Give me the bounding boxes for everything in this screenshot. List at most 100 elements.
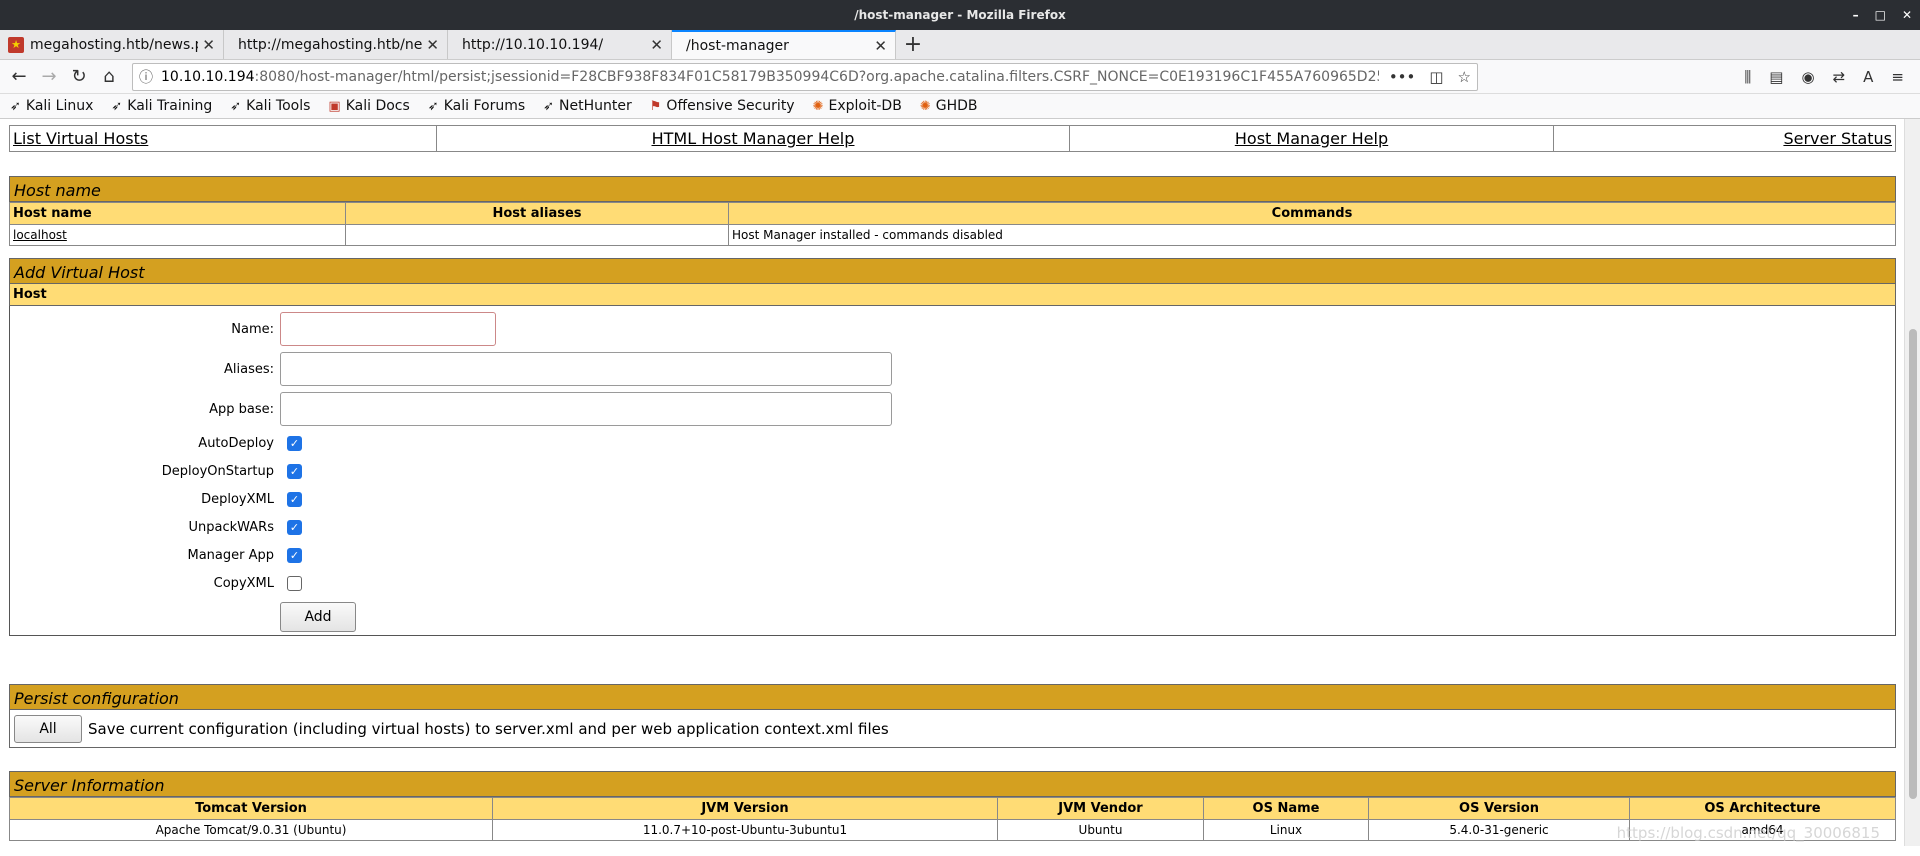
bookmark-nethunter[interactable]: ➶ NetHunter <box>543 98 632 114</box>
page-scrollbar[interactable] <box>1904 119 1920 846</box>
host-manager-help-link[interactable]: Host Manager Help <box>1235 129 1388 148</box>
manager-app-checkbox[interactable]: ✓ <box>287 548 302 563</box>
kali-dragon-icon: ➶ <box>10 98 21 114</box>
tab-bar: ★ megahosting.htb/news.p ✕ http://megaho… <box>0 30 1920 60</box>
tab-close-icon[interactable]: ✕ <box>202 36 215 54</box>
commands-cell: Host Manager installed - commands disabl… <box>728 224 1896 246</box>
host-name-table: Host name Host aliases Commands localhos… <box>9 202 1896 246</box>
forward-icon[interactable]: → <box>34 62 64 92</box>
offsec-icon: ⚑ <box>649 98 662 114</box>
tab-label: /host-manager <box>686 37 789 54</box>
tab-close-icon[interactable]: ✕ <box>426 36 439 54</box>
persist-description: Save current configuration (including vi… <box>88 719 889 738</box>
kali-docs-icon: ▣ <box>328 98 341 114</box>
tab-megahosting-new[interactable]: http://megahosting.htb/new ✕ <box>224 30 448 59</box>
add-virtual-host-title: Add Virtual Host <box>9 258 1896 284</box>
bookmark-label: Offensive Security <box>666 98 795 114</box>
page-content: List Virtual Hosts HTML Host Manager Hel… <box>0 119 1920 846</box>
window-titlebar: /host-manager - Mozilla Firefox – □ ✕ <box>0 0 1920 30</box>
reload-icon[interactable]: ↻ <box>64 62 94 92</box>
os-version-cell: 5.4.0-31-generic <box>1368 819 1630 841</box>
name-input[interactable] <box>280 312 496 346</box>
window-title: /host-manager - Mozilla Firefox <box>854 8 1066 22</box>
maximize-button[interactable]: □ <box>1875 8 1886 22</box>
translate-icon[interactable]: ⇄ <box>1833 68 1846 86</box>
add-host-form: Name: Aliases: App base: AutoDeploy ✓ De… <box>9 306 1896 636</box>
close-window-button[interactable]: ✕ <box>1902 8 1912 22</box>
kali-dragon-icon: ➶ <box>230 98 242 114</box>
bookmark-label: Kali Forums <box>443 98 526 114</box>
url-host: 10.10.10.194 <box>161 68 255 85</box>
bookmark-offensive-security[interactable]: ⚑ Offensive Security <box>650 98 795 114</box>
app-base-input[interactable] <box>280 392 892 426</box>
add-button[interactable]: Add <box>280 602 356 632</box>
account-icon[interactable]: ◉ <box>1801 68 1814 86</box>
server-status-link[interactable]: Server Status <box>1783 129 1892 148</box>
deployxml-label: DeployXML <box>201 492 274 507</box>
sidebar-icon[interactable]: ▤ <box>1769 68 1783 86</box>
bookmark-label: NetHunter <box>559 98 632 114</box>
scrollbar-thumb[interactable] <box>1909 329 1917 799</box>
url-bar[interactable]: ⓘ 10.10.10.194 :8080/host-manager/html/p… <box>132 62 1478 91</box>
bookmarks-toolbar: ➶ Kali Linux ➶ Kali Training ➶ Kali Tools ▣… <box>0 94 1920 119</box>
autodeploy-label: AutoDeploy <box>198 436 274 451</box>
back-icon[interactable]: ← <box>4 62 34 92</box>
autodeploy-checkbox[interactable]: ✓ <box>287 436 302 451</box>
top-links-table: List Virtual Hosts HTML Host Manager Hel… <box>9 125 1896 152</box>
server-info-table: Tomcat Version JVM Version JVM Vendor OS… <box>9 797 1896 841</box>
jvm-vendor-cell: Ubuntu <box>997 819 1204 841</box>
tab-megahosting-news[interactable]: ★ megahosting.htb/news.p ✕ <box>0 30 224 59</box>
tab-label: http://10.10.10.194/ <box>462 36 604 53</box>
bookmark-label: Kali Docs <box>345 98 410 114</box>
bookmark-kali-training[interactable]: ➶ Kali Training <box>111 98 212 114</box>
library-icon[interactable]: ⫼ <box>1744 68 1751 86</box>
new-tab-icon[interactable]: + <box>896 30 930 59</box>
host-subheader: Host <box>9 284 1896 306</box>
tab-close-icon[interactable]: ✕ <box>650 36 663 54</box>
bookmark-ghdb[interactable]: ✺ GHDB <box>920 98 978 114</box>
page-actions-icon[interactable]: ••• <box>1389 68 1416 86</box>
deployonstartup-label: DeployOnStartup <box>161 464 274 479</box>
deployxml-checkbox[interactable]: ✓ <box>287 492 302 507</box>
tomcat-version-cell: Apache Tomcat/9.0.31 (Ubuntu) <box>9 819 493 841</box>
site-info-icon[interactable]: ⓘ <box>139 67 153 87</box>
aliases-input[interactable] <box>280 352 892 386</box>
kali-dragon-icon: ➶ <box>543 98 555 114</box>
translate-alt-icon[interactable]: A <box>1863 68 1873 86</box>
url-path: :8080/host-manager/html/persist;jsession… <box>254 68 1379 85</box>
copyxml-label: CopyXML <box>213 576 274 591</box>
megahosting-favicon-icon: ★ <box>8 36 24 53</box>
list-virtual-hosts-link[interactable]: List Virtual Hosts <box>13 129 148 148</box>
bookmark-kali-docs[interactable]: ▣ Kali Docs <box>328 98 409 114</box>
exploitdb-icon: ✺ <box>812 98 824 114</box>
html-host-manager-help-link[interactable]: HTML Host Manager Help <box>652 129 855 148</box>
col-host-name: Host name <box>9 202 346 225</box>
navigation-bar: ← → ↻ ⌂ ⓘ 10.10.10.194 :8080/host-manage… <box>0 60 1920 94</box>
persist-all-button[interactable]: All <box>14 714 82 743</box>
tab-10-10-10-194[interactable]: http://10.10.10.194/ ✕ <box>448 30 672 59</box>
bookmark-exploit-db[interactable]: ✺ Exploit-DB <box>813 98 902 114</box>
bookmark-kali-forums[interactable]: ➶ Kali Forums <box>428 98 525 114</box>
localhost-link[interactable]: localhost <box>13 228 67 242</box>
os-name-cell: Linux <box>1203 819 1369 841</box>
minimize-button[interactable]: – <box>1853 8 1859 22</box>
bookmark-label: Exploit-DB <box>828 98 902 114</box>
pocket-icon[interactable]: ◫ <box>1429 68 1443 86</box>
kali-dragon-icon: ➶ <box>427 98 439 114</box>
col-commands: Commands <box>728 202 1896 225</box>
bookmark-star-icon[interactable]: ☆ <box>1458 68 1471 86</box>
menu-icon[interactable]: ≡ <box>1891 68 1904 86</box>
copyxml-checkbox[interactable] <box>287 576 302 591</box>
deployonstartup-checkbox[interactable]: ✓ <box>287 464 302 479</box>
bookmark-kali-linux[interactable]: ➶ Kali Linux <box>10 98 93 114</box>
bookmark-label: Kali Linux <box>25 98 94 114</box>
host-name-section-title: Host name <box>9 176 1896 202</box>
tab-host-manager[interactable]: /host-manager ✕ <box>672 30 896 59</box>
unpackwars-checkbox[interactable]: ✓ <box>287 520 302 535</box>
home-icon[interactable]: ⌂ <box>94 62 124 92</box>
tab-label: http://megahosting.htb/new <box>238 36 423 53</box>
tab-close-icon[interactable]: ✕ <box>874 37 887 55</box>
bookmark-kali-tools[interactable]: ➶ Kali Tools <box>230 98 310 114</box>
kali-dragon-icon: ➶ <box>111 98 123 114</box>
persist-row: All Save current configuration (includin… <box>9 710 1896 748</box>
